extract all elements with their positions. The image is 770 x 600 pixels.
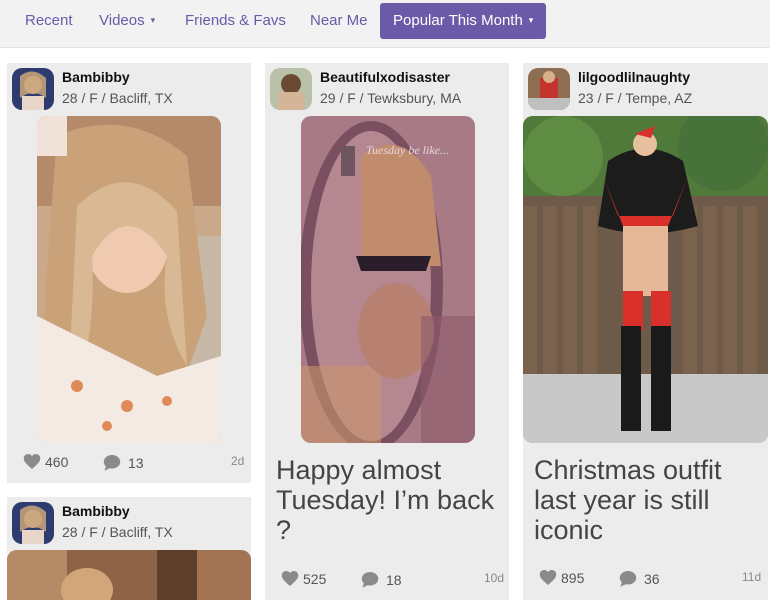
like-count: 460 [45, 454, 69, 470]
comment-count: 18 [386, 572, 402, 588]
user-meta: 29 / F / Tewksbury, MA [320, 90, 462, 106]
username[interactable]: Bambibby [62, 503, 130, 519]
post-card[interactable]: Bambibby 28 / F / Bacliff, TX [7, 497, 251, 600]
heart-icon[interactable] [539, 569, 557, 591]
post-age: 2d [231, 454, 245, 468]
post-text: Christmas outfit last year is still icon… [534, 455, 722, 545]
nav-friends-favs[interactable]: Friends & Favs [185, 3, 286, 39]
like-count: 895 [561, 570, 585, 586]
nav-videos[interactable]: Videos ▾ [99, 3, 155, 39]
chevron-down-icon: ▾ [150, 15, 156, 26]
like-count: 525 [303, 571, 327, 587]
post-card[interactable]: Bambibby 28 / F / Bacliff, TX 460 13 2d [7, 63, 251, 483]
post-age: 10d [484, 571, 505, 585]
nav-popular-label: Popular This Month [393, 12, 523, 29]
heart-icon[interactable] [281, 570, 299, 592]
comment-icon[interactable] [361, 571, 379, 593]
nav-videos-label: Videos [99, 12, 145, 29]
comment-icon[interactable] [103, 454, 121, 476]
user-meta: 28 / F / Bacliff, TX [62, 90, 173, 106]
post-card[interactable]: lilgoodlilnaughty 23 / F / Tempe, AZ Chr… [523, 63, 768, 600]
image-caption: Tuesday be like... [366, 143, 449, 157]
user-meta: 28 / F / Bacliff, TX [62, 524, 173, 540]
nav-near-me[interactable]: Near Me [310, 3, 368, 39]
post-age: 11d [742, 570, 762, 584]
heart-icon[interactable] [23, 453, 41, 475]
post-photo[interactable] [37, 116, 221, 443]
username[interactable]: Beautifulxodisaster [320, 69, 450, 85]
comment-icon[interactable] [619, 570, 637, 592]
username[interactable]: lilgoodlilnaughty [578, 69, 690, 85]
avatar[interactable] [12, 68, 54, 110]
avatar[interactable] [270, 68, 312, 110]
nav-recent[interactable]: Recent [25, 3, 73, 39]
chevron-down-icon: ▾ [528, 15, 534, 26]
avatar[interactable] [528, 68, 570, 110]
post-card[interactable]: Beautifulxodisaster 29 / F / Tewksbury, … [265, 63, 509, 600]
nav-popular-this-month[interactable]: Popular This Month ▾ [380, 3, 547, 39]
post-photo[interactable]: Tuesday be like... [301, 116, 475, 443]
avatar[interactable] [12, 502, 54, 544]
top-navigation: Recent Videos ▾ Friends & Favs Near Me Po… [0, 0, 770, 48]
post-photo[interactable] [7, 550, 251, 600]
user-meta: 23 / F / Tempe, AZ [578, 90, 693, 106]
comment-count: 13 [128, 455, 144, 471]
post-text: Happy almost Tuesday! I’m back ? [276, 455, 495, 545]
comment-count: 36 [644, 571, 660, 587]
post-photo[interactable] [523, 116, 768, 443]
username[interactable]: Bambibby [62, 69, 130, 85]
